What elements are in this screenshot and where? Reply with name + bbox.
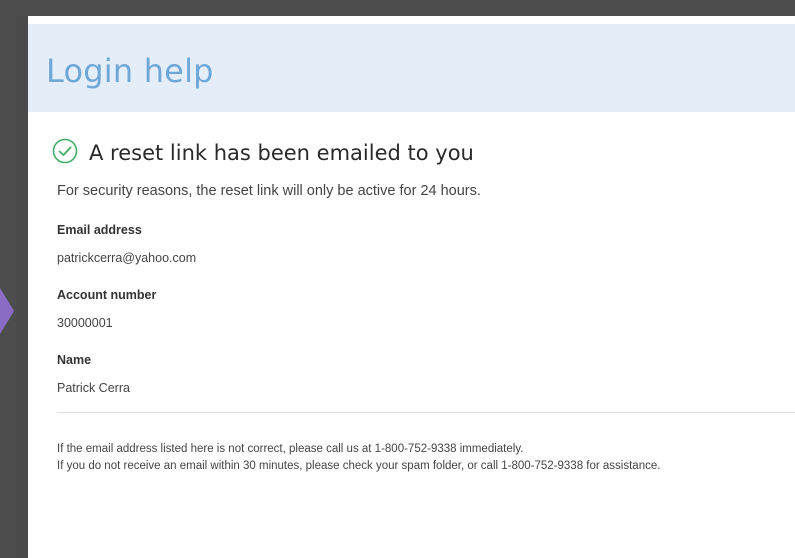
check-circle-icon [52, 138, 89, 169]
login-help-panel: Login help A reset link has been emailed… [28, 16, 795, 558]
email-address-label: Email address [57, 223, 142, 237]
email-address-value: patrickcerra@yahoo.com [57, 251, 197, 265]
page-header: Login help [28, 24, 795, 112]
security-note: For security reasons, the reset link wil… [57, 183, 481, 199]
window-frame-top [0, 0, 795, 16]
footnote-no-email: If you do not receive an email within 30… [57, 460, 661, 472]
account-number-value: 30000001 [57, 316, 113, 330]
name-label: Name [57, 353, 92, 367]
window-frame-left [0, 0, 16, 558]
divider [57, 412, 795, 413]
name-value: Patrick Cerra [57, 381, 130, 395]
footnote-incorrect-email: If the email address listed here is not … [57, 443, 524, 455]
success-message: A reset link has been emailed to you [52, 138, 474, 168]
success-title: A reset link has been emailed to you [89, 141, 474, 165]
page-title: Login help [46, 52, 214, 90]
account-number-label: Account number [57, 288, 157, 302]
